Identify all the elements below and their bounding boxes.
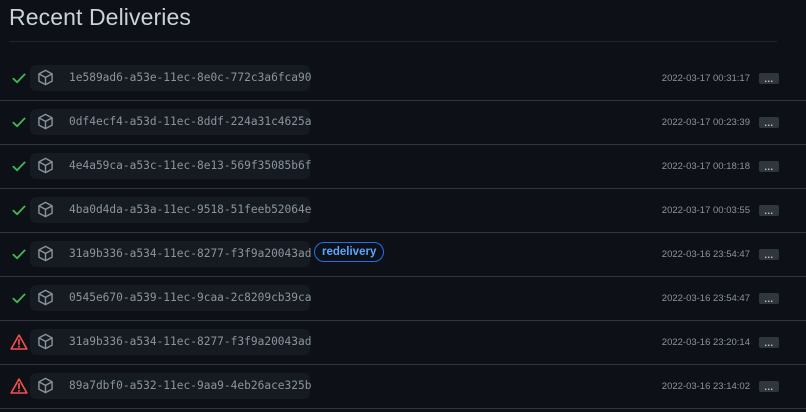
row-divider xyxy=(0,408,806,409)
delivery-row[interactable]: 31a9b336-a534-11ec-8277-f3f9a20043ad rede… xyxy=(0,233,806,277)
delivery-guid-pill[interactable]: 31a9b336-a534-11ec-8277-f3f9a20043ad xyxy=(30,329,312,355)
package-icon xyxy=(37,113,54,130)
delivery-timestamp: 2022-03-17 00:18:18 xyxy=(661,161,750,172)
delivery-guid-pill[interactable]: 4ba0d4da-a53a-11ec-9518-51feeb52064e xyxy=(30,197,312,223)
delivery-timestamp: 2022-03-16 23:14:02 xyxy=(661,381,750,392)
delivery-guid: 0df4ecf4-a53d-11ec-8ddf-224a31c4625a xyxy=(69,115,312,128)
check-icon xyxy=(10,201,28,219)
more-options-button[interactable]: ... xyxy=(759,117,779,128)
delivery-row[interactable]: 4ba0d4da-a53a-11ec-9518-51feeb52064e 2022… xyxy=(0,189,806,233)
delivery-row[interactable]: 0545e670-a539-11ec-9caa-2c8209cb39ca 2022… xyxy=(0,277,806,321)
delivery-guid-pill[interactable]: 1e589ad6-a53e-11ec-8e0c-772c3a6fca90 xyxy=(30,65,312,91)
check-icon xyxy=(10,113,28,131)
check-icon xyxy=(10,69,28,87)
delivery-row[interactable]: 31a9b336-a534-11ec-8277-f3f9a20043ad 2022… xyxy=(0,321,806,365)
delivery-guid-pill[interactable]: 0df4ecf4-a53d-11ec-8ddf-224a31c4625a xyxy=(30,109,312,135)
package-icon xyxy=(37,245,54,262)
check-icon xyxy=(10,157,28,175)
title-divider xyxy=(9,41,777,42)
package-icon xyxy=(37,377,54,394)
ellipsis-icon: ... xyxy=(764,249,774,260)
more-options-button[interactable]: ... xyxy=(759,161,779,172)
check-icon xyxy=(10,289,28,307)
delivery-guid: 1e589ad6-a53e-11ec-8e0c-772c3a6fca90 xyxy=(69,71,312,84)
redelivery-badge: redelivery xyxy=(314,242,385,262)
delivery-guid: 4e4a59ca-a53c-11ec-8e13-569f35085b6f xyxy=(69,159,312,172)
delivery-guid: 0545e670-a539-11ec-9caa-2c8209cb39ca xyxy=(69,291,312,304)
recent-deliveries-page: Recent Deliveries 1e589ad6-a53e-11ec-8e0… xyxy=(0,0,806,412)
delivery-guid: 4ba0d4da-a53a-11ec-9518-51feeb52064e xyxy=(69,203,312,216)
check-icon xyxy=(10,245,28,263)
ellipsis-icon: ... xyxy=(764,381,774,392)
ellipsis-icon: ... xyxy=(764,161,774,172)
delivery-row[interactable]: 0df4ecf4-a53d-11ec-8ddf-224a31c4625a 2022… xyxy=(0,101,806,145)
delivery-guid-pill[interactable]: 0545e670-a539-11ec-9caa-2c8209cb39ca xyxy=(30,285,312,311)
package-icon xyxy=(37,157,54,174)
delivery-timestamp: 2022-03-17 00:23:39 xyxy=(661,117,750,128)
delivery-guid-pill[interactable]: 89a7dbf0-a532-11ec-9aa9-4eb26ace325b xyxy=(30,373,312,399)
delivery-guid: 89a7dbf0-a532-11ec-9aa9-4eb26ace325b xyxy=(69,379,312,392)
package-icon xyxy=(37,333,54,350)
more-options-button[interactable]: ... xyxy=(759,337,779,348)
more-options-button[interactable]: ... xyxy=(759,293,779,304)
delivery-timestamp: 2022-03-16 23:54:47 xyxy=(661,293,750,304)
alert-triangle-icon xyxy=(10,377,28,395)
alert-triangle-icon xyxy=(10,333,28,351)
delivery-timestamp: 2022-03-16 23:20:14 xyxy=(661,337,750,348)
delivery-timestamp: 2022-03-17 00:31:17 xyxy=(661,73,750,84)
delivery-row[interactable]: 4e4a59ca-a53c-11ec-8e13-569f35085b6f 2022… xyxy=(0,145,806,189)
ellipsis-icon: ... xyxy=(764,117,774,128)
package-icon xyxy=(37,201,54,218)
delivery-timestamp: 2022-03-17 00:03:55 xyxy=(661,205,750,216)
page-title: Recent Deliveries xyxy=(9,4,191,30)
ellipsis-icon: ... xyxy=(764,205,774,216)
more-options-button[interactable]: ... xyxy=(759,249,779,260)
ellipsis-icon: ... xyxy=(764,337,774,348)
more-options-button[interactable]: ... xyxy=(759,73,779,84)
ellipsis-icon: ... xyxy=(764,293,774,304)
delivery-list: 1e589ad6-a53e-11ec-8e0c-772c3a6fca90 2022… xyxy=(0,57,806,409)
delivery-guid: 31a9b336-a534-11ec-8277-f3f9a20043ad xyxy=(69,247,312,260)
ellipsis-icon: ... xyxy=(764,73,774,84)
delivery-row[interactable]: 1e589ad6-a53e-11ec-8e0c-772c3a6fca90 2022… xyxy=(0,57,806,101)
delivery-guid: 31a9b336-a534-11ec-8277-f3f9a20043ad xyxy=(69,335,312,348)
more-options-button[interactable]: ... xyxy=(759,381,779,392)
delivery-guid-pill[interactable]: 31a9b336-a534-11ec-8277-f3f9a20043ad xyxy=(30,241,312,267)
delivery-guid-pill[interactable]: 4e4a59ca-a53c-11ec-8e13-569f35085b6f xyxy=(30,153,312,179)
package-icon xyxy=(37,289,54,306)
delivery-timestamp: 2022-03-16 23:54:47 xyxy=(661,249,750,260)
package-icon xyxy=(37,69,54,86)
delivery-row[interactable]: 89a7dbf0-a532-11ec-9aa9-4eb26ace325b 2022… xyxy=(0,365,806,409)
more-options-button[interactable]: ... xyxy=(759,205,779,216)
